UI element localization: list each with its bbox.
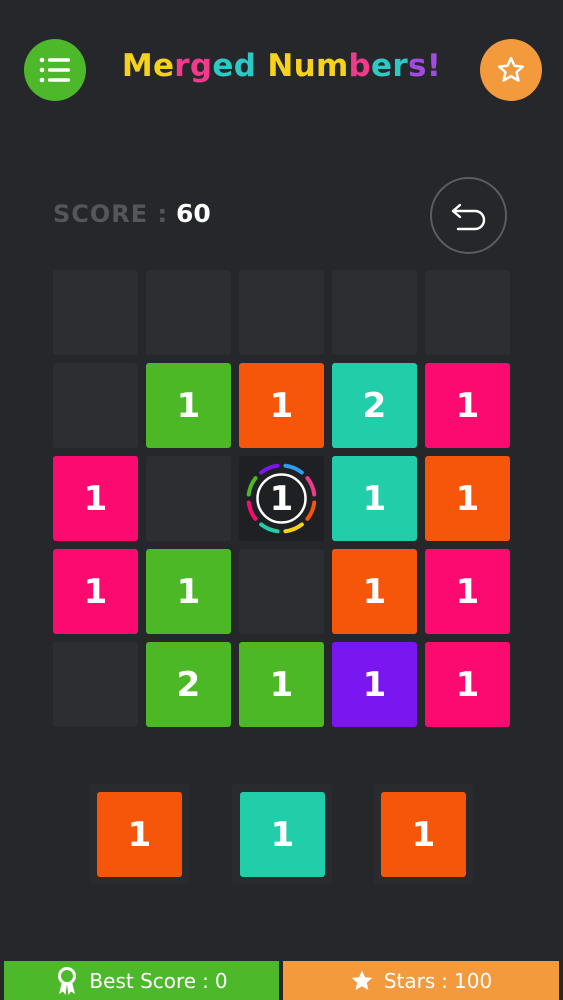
board-tile-pink[interactable]: 1 <box>425 363 510 448</box>
board-cell-empty[interactable] <box>332 270 417 355</box>
list-icon <box>39 57 70 83</box>
tile-value: 1 <box>83 571 108 612</box>
board-tile-pink[interactable]: 1 <box>425 642 510 727</box>
title-letter: e <box>212 48 234 84</box>
title-letter: e <box>371 48 393 84</box>
board-tile-purple[interactable]: 1 <box>332 642 417 727</box>
tile-value: 1 <box>176 385 201 426</box>
board-tile-teal[interactable]: 1 <box>332 456 417 541</box>
board-cell-empty[interactable] <box>146 270 231 355</box>
best-score-bar: Best Score : 0 <box>4 961 279 1000</box>
board-cell-empty[interactable] <box>53 270 138 355</box>
tile-value: 1 <box>269 385 294 426</box>
tile-value: 1 <box>270 814 295 855</box>
menu-button[interactable] <box>24 39 86 101</box>
title-letter: e <box>152 48 175 84</box>
board-cell-empty[interactable] <box>425 270 510 355</box>
tile-value: 1 <box>455 385 480 426</box>
title-letter: s <box>407 48 427 84</box>
score-label: SCORE : <box>53 200 169 228</box>
board-tile-teal[interactable]: 2 <box>332 363 417 448</box>
title-letter: m <box>315 48 349 84</box>
stars-bar[interactable]: Stars : 100 <box>283 961 559 1000</box>
undo-arrow-icon <box>451 203 485 230</box>
stars-label: Stars <box>383 968 436 993</box>
board-tile-pink[interactable]: 1 <box>53 456 138 541</box>
app-title: Merged Numbers! <box>100 48 463 84</box>
tile-value: 2 <box>362 385 387 426</box>
tile-value: 1 <box>362 571 387 612</box>
tile-value: 2 <box>176 664 201 705</box>
title-letter: r <box>392 48 408 84</box>
board-tile-pink[interactable]: 1 <box>425 549 510 634</box>
tile-value: 1 <box>455 664 480 705</box>
tile-value: 1 <box>127 814 152 855</box>
board-cell-empty[interactable] <box>146 456 231 541</box>
title-letter: u <box>293 48 316 84</box>
tile-value: 1 <box>455 571 480 612</box>
board-cell-empty[interactable] <box>239 270 324 355</box>
board-cell-empty[interactable] <box>53 642 138 727</box>
board-tile-green[interactable]: 1 <box>146 549 231 634</box>
favorite-button[interactable] <box>480 39 542 101</box>
tile-value: 1 <box>83 478 108 519</box>
best-score-label: Best Score <box>89 968 197 993</box>
title-letter: g <box>189 48 213 84</box>
board-tile-green[interactable]: 1 <box>239 642 324 727</box>
title-letter: N <box>267 48 294 84</box>
board-cell-empty[interactable] <box>53 363 138 448</box>
tile-value: 1 <box>176 571 201 612</box>
stars-value: 100 <box>454 968 493 993</box>
best-score-separator: : <box>202 968 209 993</box>
board-tile-green[interactable]: 1 <box>146 363 231 448</box>
tile-value: 1 <box>411 814 436 855</box>
tray-piece-teal[interactable]: 1 <box>240 792 325 877</box>
star-icon <box>351 970 373 990</box>
board-tile-orange[interactable]: 1 <box>425 456 510 541</box>
tile-value: 1 <box>362 664 387 705</box>
tile-value: 1 <box>455 478 480 519</box>
title-letter <box>256 48 267 84</box>
board-cell-empty[interactable] <box>239 549 324 634</box>
award-ribbon-icon <box>58 966 77 995</box>
tile-value: 1 <box>269 664 294 705</box>
board-tile-orange[interactable]: 1 <box>239 363 324 448</box>
score-value: 60 <box>176 199 211 228</box>
title-letter: b <box>348 48 372 84</box>
title-letter: M <box>121 48 153 84</box>
tile-value: 1 <box>269 478 294 519</box>
board-tile-special[interactable]: 1 <box>239 456 324 541</box>
tray-piece-orange[interactable]: 1 <box>97 792 182 877</box>
star-outline-icon <box>498 56 524 82</box>
undo-button[interactable] <box>430 177 507 254</box>
title-letter: ! <box>426 48 442 84</box>
stars-separator: : <box>441 968 448 993</box>
tile-value: 1 <box>362 478 387 519</box>
best-score-value: 0 <box>214 968 228 993</box>
tray-piece-orange[interactable]: 1 <box>381 792 466 877</box>
title-letter: d <box>233 48 257 84</box>
title-letter: r <box>174 48 190 84</box>
board-tile-pink[interactable]: 1 <box>53 549 138 634</box>
board-tile-green[interactable]: 2 <box>146 642 231 727</box>
board-tile-orange[interactable]: 1 <box>332 549 417 634</box>
